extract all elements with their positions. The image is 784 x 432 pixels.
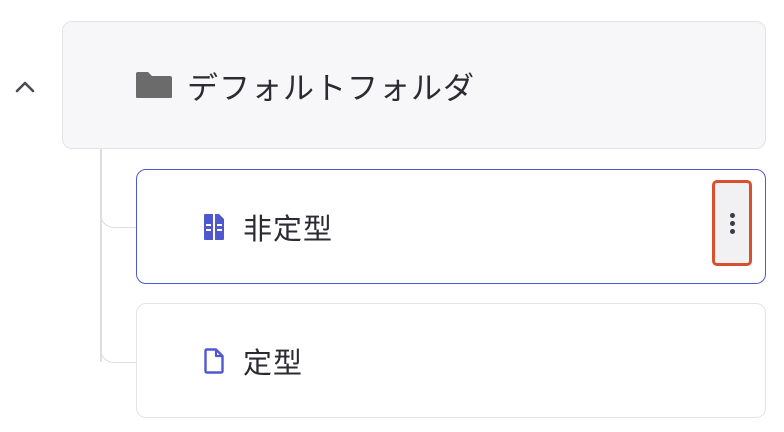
folder-label: デフォルトフォルダ [187, 70, 475, 107]
document-outline-icon [201, 346, 227, 376]
tree-connector-line [100, 149, 102, 362]
folder-icon [135, 70, 173, 100]
file-label: 非定型 [243, 211, 334, 246]
tree-connector-elbow [100, 208, 136, 228]
file-label: 定型 [243, 345, 304, 380]
chevron-up-icon [15, 81, 35, 93]
more-options-button[interactable] [712, 180, 752, 266]
collapse-toggle-button[interactable] [8, 70, 42, 104]
more-vertical-icon-dot [729, 220, 735, 226]
tree-connector-elbow [100, 343, 136, 363]
file-row[interactable]: 定型 [136, 303, 766, 418]
more-vertical-icon [729, 212, 735, 218]
more-vertical-icon-dot [729, 228, 735, 234]
file-row-selected[interactable]: 非定型 [136, 169, 766, 284]
folder-tree: デフォルトフォルダ 非定型 定型 [0, 0, 784, 432]
folder-row[interactable]: デフォルトフォルダ [62, 21, 766, 149]
document-columns-icon [201, 212, 227, 242]
